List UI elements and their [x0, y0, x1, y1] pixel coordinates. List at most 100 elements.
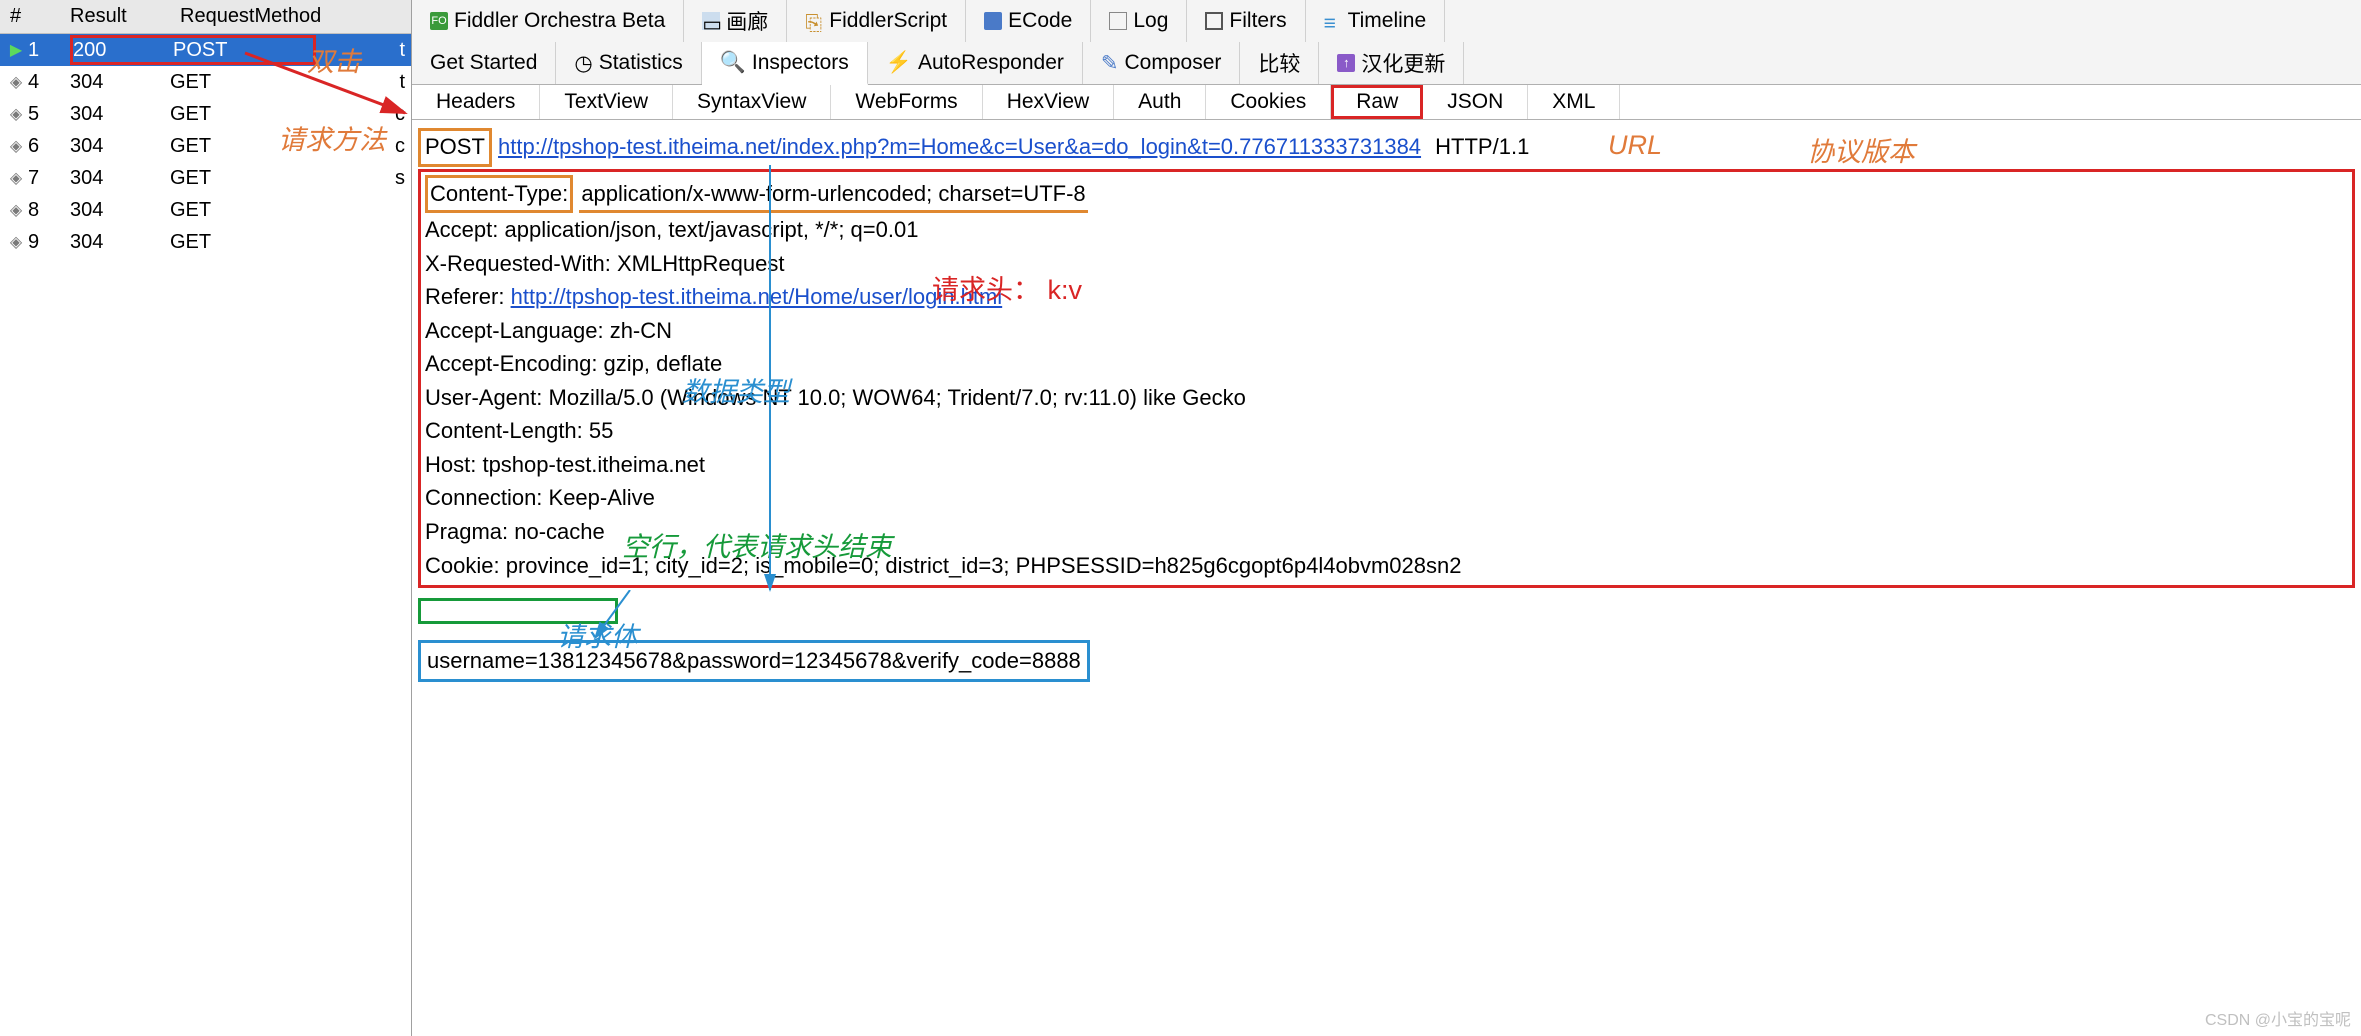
tab-label: Log [1133, 9, 1168, 33]
session-icon: ◈ [4, 168, 28, 188]
tab-statistics[interactable]: ◷ Statistics [556, 42, 701, 84]
blank-line-box [418, 598, 618, 624]
bolt-icon: ⚡ [886, 51, 912, 75]
col-num-header: # [0, 5, 70, 28]
tab-label: Statistics [599, 51, 683, 75]
http-method: POST [418, 128, 492, 167]
tab-log[interactable]: Log [1091, 0, 1187, 42]
session-icon: ◈ [4, 72, 28, 92]
right-panel: FOFiddler Orchestra Beta▭画廊⎘FiddlerScrip… [412, 0, 2361, 1036]
session-list: # Result RequestMethod ▶1200POSTt◈4304GE… [0, 0, 412, 1036]
tab-label: Timeline [1348, 9, 1427, 33]
tab-label: Composer [1125, 51, 1222, 75]
tab-get-started[interactable]: Get Started [412, 42, 556, 84]
session-num: 1 [28, 39, 70, 62]
inspector-subtabs: HeadersTextViewSyntaxViewWebFormsHexView… [412, 85, 2361, 120]
tab-label: Filters [1229, 9, 1286, 33]
tab-label: 比较 [1258, 48, 1300, 78]
session-row[interactable]: ◈7304GETs [0, 162, 411, 194]
tab-label: Get Started [430, 51, 537, 75]
tab-比较[interactable]: 比较 [1240, 42, 1319, 84]
tab-timeline[interactable]: ≡Timeline [1306, 0, 1446, 42]
tab-label: FiddlerScript [829, 9, 947, 33]
tab-fiddlerscript[interactable]: ⎘FiddlerScript [787, 0, 966, 42]
subtab-xml[interactable]: XML [1528, 85, 1620, 119]
header-line: User-Agent: Mozilla/5.0 (Windows NT 10.0… [425, 382, 2348, 415]
tab-label: 画廊 [726, 6, 768, 36]
session-result: 304 [70, 71, 170, 94]
session-row[interactable]: ◈8304GET [0, 194, 411, 226]
tab-label: 汉化更新 [1361, 48, 1445, 78]
session-result: 304 [70, 135, 170, 158]
clock-icon: ◷ [574, 51, 592, 76]
session-icon: ◈ [4, 200, 28, 220]
subtab-cookies[interactable]: Cookies [1206, 85, 1331, 119]
content-type-key: Content-Type: [425, 175, 573, 214]
subtab-webforms[interactable]: WebForms [831, 85, 982, 119]
session-extra: s [395, 167, 411, 190]
header-line: Cookie: province_id=1; city_id=2; is_mob… [425, 550, 2348, 583]
subtab-auth[interactable]: Auth [1114, 85, 1206, 119]
headers-block: Content-Type: application/x-www-form-url… [418, 169, 2355, 589]
session-method: POST [173, 39, 313, 62]
request-url[interactable]: http://tpshop-test.itheima.net/index.php… [498, 134, 1421, 159]
subtab-hexview[interactable]: HexView [983, 85, 1114, 119]
header-line: Accept: application/json, text/javascrip… [425, 214, 2348, 247]
tab-label: AutoResponder [918, 51, 1064, 75]
session-method: GET [170, 167, 310, 190]
session-num: 8 [28, 199, 70, 222]
subtab-headers[interactable]: Headers [412, 85, 540, 119]
session-extra: c [395, 135, 411, 158]
subtab-raw[interactable]: Raw [1331, 85, 1423, 119]
subtab-syntaxview[interactable]: SyntaxView [673, 85, 831, 119]
session-header: # Result RequestMethod [0, 0, 411, 34]
tab-fiddler-orchestra-beta[interactable]: FOFiddler Orchestra Beta [412, 0, 684, 42]
session-extra: t [399, 71, 411, 94]
update-icon: ↑ [1337, 54, 1355, 72]
session-num: 4 [28, 71, 70, 94]
tab-画廊[interactable]: ▭画廊 [684, 0, 787, 42]
tab-inspectors[interactable]: 🔍Inspectors [702, 42, 868, 85]
session-row[interactable]: ▶1200POSTt [0, 34, 411, 66]
tab-filters[interactable]: Filters [1187, 0, 1305, 42]
session-row[interactable]: ◈6304GETc [0, 130, 411, 162]
tab-composer[interactable]: ✎Composer [1083, 42, 1240, 84]
session-row[interactable]: ◈5304GETc [0, 98, 411, 130]
raw-content: POST http://tpshop-test.itheima.net/inde… [412, 120, 2361, 690]
http-version: HTTP/1.1 [1435, 134, 1529, 159]
header-line: Pragma: no-cache [425, 516, 2348, 549]
session-extra: c [395, 103, 411, 126]
session-row[interactable]: ◈4304GETt [0, 66, 411, 98]
request-body: username=13812345678&password=12345678&v… [418, 640, 1090, 683]
session-icon: ◈ [4, 232, 28, 252]
tab-ecode[interactable]: ECode [966, 0, 1091, 42]
header-line: Accept-Language: zh-CN [425, 315, 2348, 348]
tab-label: ECode [1008, 9, 1072, 33]
session-num: 7 [28, 167, 70, 190]
session-method: GET [170, 199, 310, 222]
header-line: X-Requested-With: XMLHttpRequest [425, 248, 2348, 281]
session-icon: ◈ [4, 136, 28, 156]
tab-autoresponder[interactable]: ⚡AutoResponder [868, 42, 1083, 84]
session-num: 6 [28, 135, 70, 158]
session-result: 304 [70, 199, 170, 222]
session-extra: t [399, 39, 411, 62]
tab-汉化更新[interactable]: ↑ 汉化更新 [1319, 42, 1464, 84]
referer-key: Referer: [425, 284, 511, 309]
tab-label: Fiddler Orchestra Beta [454, 9, 665, 33]
col-result-header: Result [70, 5, 170, 28]
subtab-textview[interactable]: TextView [540, 85, 673, 119]
col-method-header: RequestMethod [170, 5, 370, 28]
watermark: CSDN @小宝的宝呢 [2205, 1006, 2351, 1030]
session-num: 5 [28, 103, 70, 126]
session-row[interactable]: ◈9304GET [0, 226, 411, 258]
header-line: Connection: Keep-Alive [425, 482, 2348, 515]
referer-url[interactable]: http://tpshop-test.itheima.net/Home/user… [511, 284, 1003, 309]
session-result: 304 [70, 103, 170, 126]
session-result: 200 [73, 39, 173, 62]
edit-icon: ✎ [1101, 51, 1119, 76]
session-result: 304 [70, 231, 170, 254]
session-icon: ◈ [4, 104, 28, 124]
header-line: Host: tpshop-test.itheima.net [425, 449, 2348, 482]
subtab-json[interactable]: JSON [1423, 85, 1528, 119]
